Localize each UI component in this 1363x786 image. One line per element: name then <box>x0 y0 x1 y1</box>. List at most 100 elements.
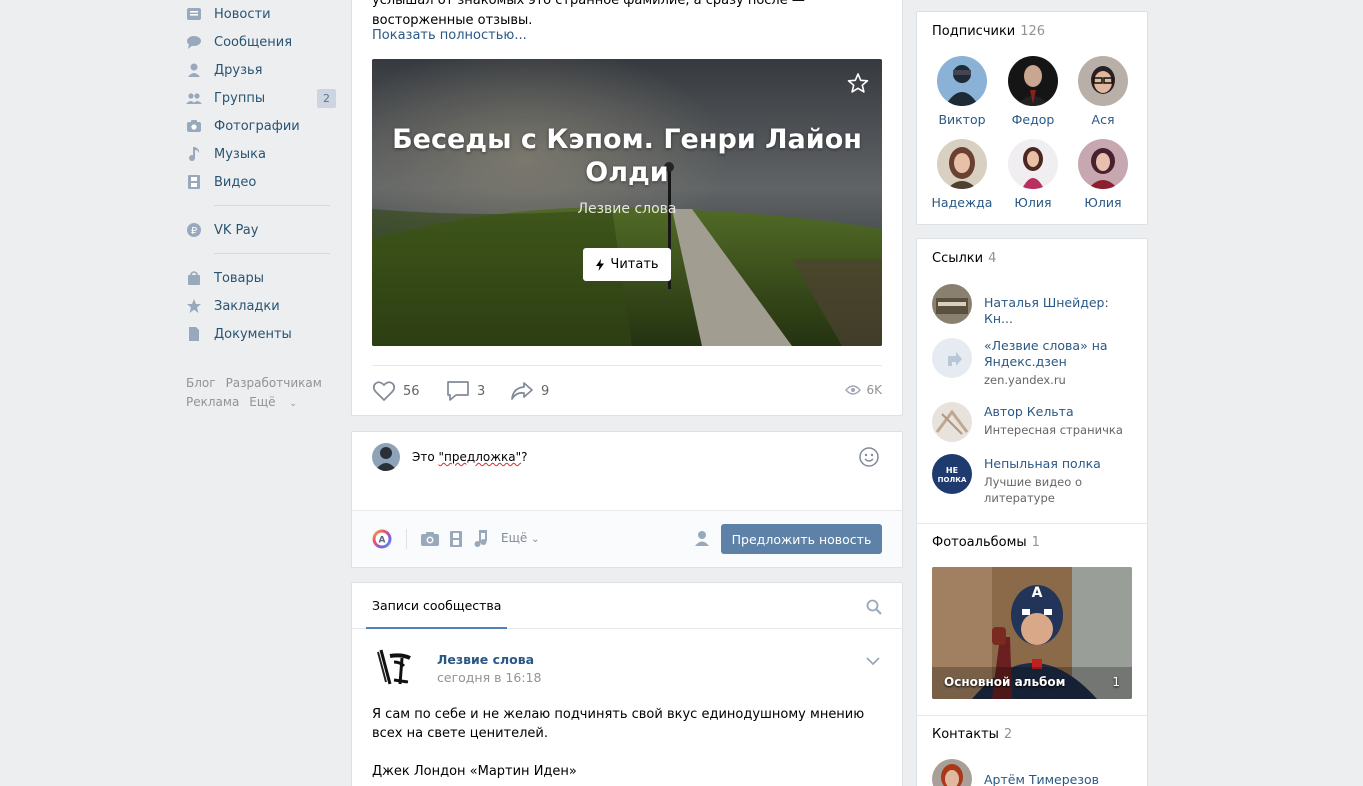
nav-divider <box>214 205 330 206</box>
views-count: 6K <box>866 383 882 397</box>
album-cover[interactable]: A Основной альбом 1 <box>932 567 1132 699</box>
nav-footer: Блог Разработчикам Реклама Ещё ⌄ <box>186 374 336 414</box>
left-navigation: Новости Сообщения Друзья Группы 2 Фотогр… <box>186 0 336 414</box>
attach-photo-icon[interactable] <box>420 529 440 549</box>
contact-item[interactable]: Артём Тимерезов <box>932 759 1137 786</box>
community-avatar[interactable] <box>372 644 416 688</box>
footer-link-ads[interactable]: Реклама <box>186 395 239 409</box>
comment-button[interactable]: 3 <box>446 380 485 402</box>
subscriber[interactable]: Федор <box>998 56 1068 127</box>
user-avatar[interactable] <box>372 443 400 471</box>
footer-link-blog[interactable]: Блог <box>186 376 216 390</box>
attach-video-icon[interactable] <box>446 529 466 549</box>
subscriber[interactable]: Ася <box>1068 56 1138 127</box>
suggest-news-button[interactable]: Предложить новость <box>721 524 882 554</box>
subscriber-name: Федор <box>1011 112 1055 127</box>
svg-text:A: A <box>379 536 386 546</box>
contact-name: Артём Тимерезов <box>984 772 1100 786</box>
post-text-source: Джек Лондон «Мартин Иден» <box>372 764 577 779</box>
link-icon <box>932 338 972 378</box>
subscribers-header[interactable]: Подписчики 126 <box>932 24 1045 39</box>
chevron-down-icon: ⌄ <box>531 534 540 545</box>
subscriber-name: Виктор <box>938 112 986 127</box>
share-button[interactable]: 9 <box>510 380 549 402</box>
nav-item-groups[interactable]: Группы 2 <box>186 84 336 112</box>
links-count: 4 <box>988 251 997 266</box>
svg-text:₽: ₽ <box>191 226 198 237</box>
nav-label: Группы <box>214 90 266 106</box>
nav-item-bookmarks[interactable]: Закладки <box>186 292 336 320</box>
contacts-count: 2 <box>1003 727 1013 742</box>
lightning-icon <box>596 258 605 271</box>
albums-header[interactable]: Фотоальбомы 1 <box>932 535 1040 550</box>
nav-label: VK Pay <box>214 222 259 238</box>
link-thumbnail: НЕ ПОЛКА <box>932 454 972 494</box>
contacts-header[interactable]: Контакты 2 <box>932 727 1012 742</box>
smiley-icon[interactable] <box>858 446 880 468</box>
search-icon[interactable] <box>866 599 882 615</box>
link-item[interactable]: Автор Кельта Интересная страничка <box>932 402 1137 444</box>
link-thumbnail <box>932 284 972 324</box>
attach-music-icon[interactable] <box>471 529 491 549</box>
like-button[interactable]: 56 <box>372 380 420 402</box>
subscriber[interactable]: Надежда <box>927 139 997 210</box>
footer-link-developers[interactable]: Разработчикам <box>226 376 322 390</box>
suggest-post-box: Это "предложка"? A Ещё ⌄ Предложить ново… <box>351 431 903 568</box>
messages-icon <box>186 34 202 50</box>
suggest-text-quoted: "предложка" <box>438 450 522 464</box>
tab-community-posts[interactable]: Записи сообщества <box>366 583 508 629</box>
album-photo-count: 1 <box>1112 675 1120 689</box>
show-more-link[interactable]: Показать полностью... <box>372 28 527 43</box>
footer-link-more[interactable]: Ещё ⌄ <box>249 395 307 409</box>
contacts-title: Контакты <box>932 727 999 742</box>
music-note-icon <box>186 146 202 162</box>
subscriber[interactable]: Виктор <box>927 56 997 127</box>
nav-item-news[interactable]: Новости <box>186 0 336 28</box>
chevron-down-icon[interactable] <box>866 656 880 666</box>
nav-label: Новости <box>214 6 271 22</box>
nav-item-video[interactable]: Видео <box>186 168 336 196</box>
suggest-text-field[interactable]: Это "предложка"? <box>412 450 528 464</box>
links-title: Ссылки <box>932 251 984 266</box>
groups-icon <box>186 90 202 106</box>
wall-tabs: Записи сообщества <box>352 583 902 629</box>
anonymous-user-icon[interactable] <box>692 529 712 549</box>
subscribers-title: Подписчики <box>932 24 1016 39</box>
film-icon <box>186 174 202 190</box>
document-icon <box>186 326 202 342</box>
albums-count: 1 <box>1031 535 1040 550</box>
nav-item-music[interactable]: Музыка <box>186 140 336 168</box>
suggest-toolbar: A Ещё ⌄ Предложить новость <box>352 510 902 567</box>
link-title: Непыльная полка <box>984 456 1101 471</box>
links-header[interactable]: Ссылки 4 <box>932 251 996 266</box>
post-text: Я сам по себе и не желаю подчинять свой … <box>372 705 882 781</box>
link-item[interactable]: НЕ ПОЛКА Непыльная полка Лучшие видео о л… <box>932 454 1137 510</box>
nav-item-messages[interactable]: Сообщения <box>186 28 336 56</box>
read-button[interactable]: Читать <box>583 248 671 281</box>
nav-label: Закладки <box>214 298 280 314</box>
nav-item-documents[interactable]: Документы <box>186 320 336 348</box>
poster-icon[interactable]: A <box>372 529 392 549</box>
like-count: 56 <box>403 383 420 399</box>
divider <box>917 715 1147 716</box>
nav-item-goods[interactable]: Товары <box>186 264 336 292</box>
more-attachments-dropdown[interactable]: Ещё ⌄ <box>501 531 540 545</box>
subscriber[interactable]: Юлия <box>998 139 1068 210</box>
subscriber[interactable]: Юлия <box>1068 139 1138 210</box>
subscriber-name: Надежда <box>931 195 993 210</box>
nav-item-vkpay[interactable]: ₽ VK Pay <box>186 216 336 244</box>
views-counter: 6K <box>845 383 882 397</box>
post-date[interactable]: сегодня в 16:18 <box>437 670 541 685</box>
svg-text:НЕ: НЕ <box>946 466 958 475</box>
nav-label: Друзья <box>214 62 263 78</box>
post-author[interactable]: Лезвие слова <box>437 652 534 667</box>
link-item[interactable]: Наталья Шнейдер: Кн... <box>932 284 1137 326</box>
footer-more-label: Ещё <box>249 395 276 409</box>
nav-item-friends[interactable]: Друзья <box>186 56 336 84</box>
link-item[interactable]: «Лезвие слова» на Яндекс.дзен zen.yandex… <box>932 338 1137 390</box>
bookmark-star-icon[interactable] <box>847 72 869 94</box>
article-preview[interactable]: Беседы с Кэпом. Генри Лайон Олди Лезвие … <box>372 59 882 346</box>
link-thumbnail <box>932 402 972 442</box>
groups-count-badge: 2 <box>317 88 336 108</box>
nav-item-photos[interactable]: Фотографии <box>186 112 336 140</box>
